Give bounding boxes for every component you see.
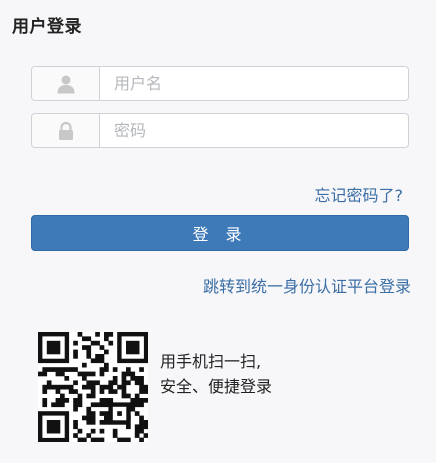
password-field[interactable]: [31, 113, 409, 148]
password-input[interactable]: [100, 114, 408, 147]
sso-login-link[interactable]: 跳转到统一身份认证平台登录: [203, 273, 411, 297]
login-button[interactable]: 登 录: [31, 215, 409, 251]
qr-caption: 用手机扫一扫, 安全、便捷登录: [160, 349, 272, 399]
username-input[interactable]: [100, 67, 408, 100]
lock-icon: [32, 114, 100, 147]
qr-code: [38, 332, 149, 443]
user-icon: [32, 67, 100, 100]
page-title: 用户登录: [12, 17, 82, 37]
qr-caption-line-2: 安全、便捷登录: [160, 377, 273, 396]
qr-caption-line-1: 用手机扫一扫,: [160, 352, 262, 371]
forgot-password-link[interactable]: 忘记密码了?: [315, 182, 404, 206]
username-field[interactable]: [31, 66, 409, 101]
